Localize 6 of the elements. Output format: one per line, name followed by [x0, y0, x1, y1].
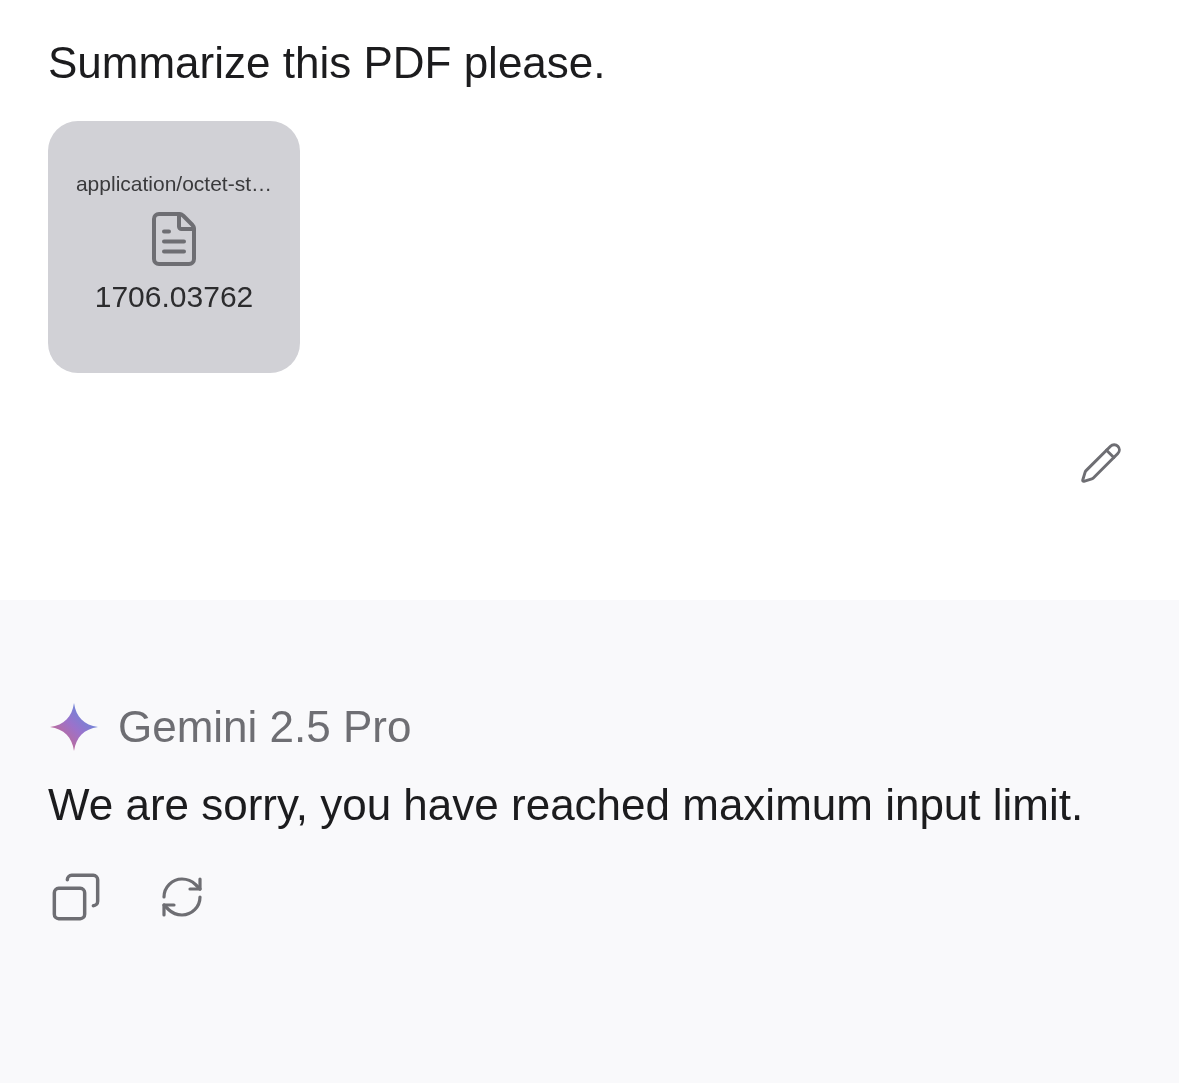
model-name: Gemini 2.5 Pro — [118, 701, 412, 753]
prompt-text: Summarize this PDF please. — [48, 37, 607, 89]
file-type-label: application/octet-st… — [75, 171, 273, 197]
response-text: We are sorry, you have reached maximum input limit. — [48, 779, 1085, 831]
file-name: 1706.03762 — [94, 279, 254, 315]
attachment-card[interactable]: application/octet-st… 1706.03762 — [48, 121, 300, 373]
